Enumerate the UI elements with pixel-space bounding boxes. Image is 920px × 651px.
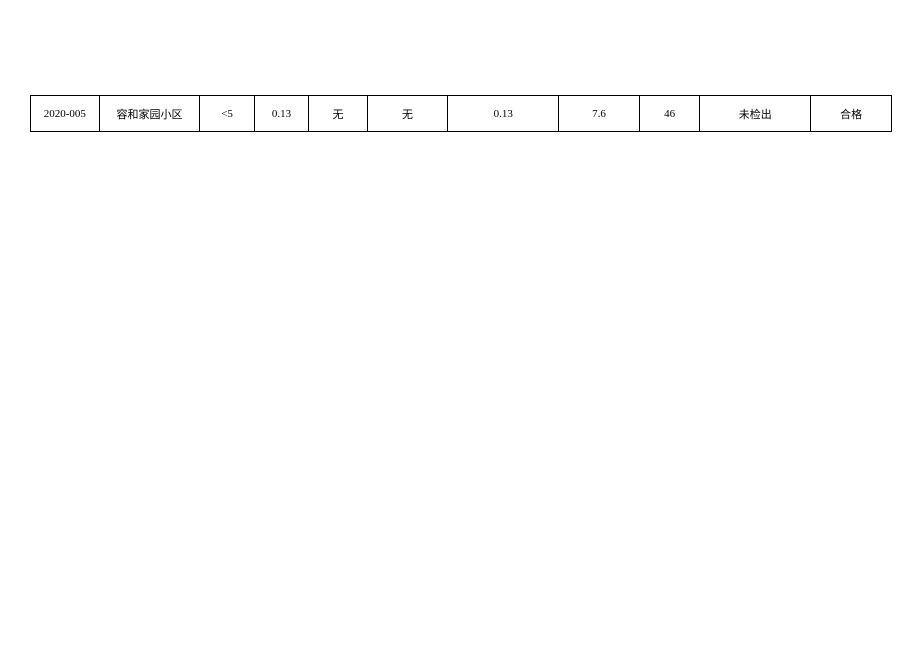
cell-value-6: 0.13 bbox=[448, 96, 559, 132]
data-table-container: 2020-005 容和家园小区 <5 0.13 无 无 0.13 7.6 46 … bbox=[30, 95, 892, 132]
cell-value-8: 46 bbox=[639, 96, 699, 132]
data-table: 2020-005 容和家园小区 <5 0.13 无 无 0.13 7.6 46 … bbox=[30, 95, 892, 132]
cell-value-4: 无 bbox=[309, 96, 367, 132]
cell-value-10: 合格 bbox=[811, 96, 892, 132]
cell-value-5: 无 bbox=[367, 96, 448, 132]
cell-value-2: <5 bbox=[200, 96, 254, 132]
cell-value-7: 7.6 bbox=[559, 96, 640, 132]
table-row: 2020-005 容和家园小区 <5 0.13 无 无 0.13 7.6 46 … bbox=[31, 96, 892, 132]
cell-name: 容和家园小区 bbox=[99, 96, 200, 132]
cell-value-3: 0.13 bbox=[254, 96, 308, 132]
cell-id: 2020-005 bbox=[31, 96, 100, 132]
cell-value-9: 未检出 bbox=[700, 96, 811, 132]
